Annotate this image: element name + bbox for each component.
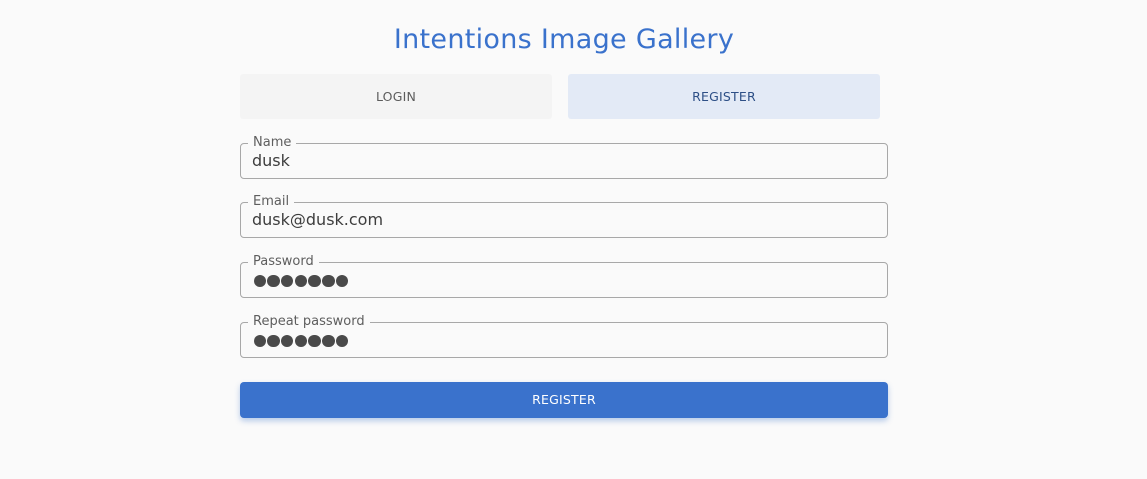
mask-dot (267, 334, 281, 348)
tab-register[interactable]: REGISTER (568, 74, 880, 119)
email-field[interactable]: Email (240, 194, 888, 238)
mask-dot (335, 274, 349, 288)
register-page: Intentions Image Gallery LOGIN REGISTER … (0, 0, 1147, 479)
mask-dot (280, 274, 294, 288)
repeat-password-field-label: Repeat password (248, 314, 370, 330)
mask-dot (280, 334, 294, 348)
mask-dot (335, 334, 349, 348)
mask-dot (294, 274, 308, 288)
mask-dot (267, 274, 281, 288)
register-button[interactable]: REGISTER (240, 382, 888, 418)
mask-dot (321, 334, 335, 348)
mask-dot (321, 274, 335, 288)
name-field[interactable]: Name (240, 135, 888, 179)
repeat-password-field[interactable]: Repeat password (240, 314, 888, 358)
name-field-label: Name (248, 135, 297, 151)
mask-dot (253, 274, 267, 288)
mask-dot (253, 334, 267, 348)
password-field[interactable]: Password (240, 254, 888, 298)
email-field-label: Email (248, 194, 295, 210)
name-input[interactable] (252, 151, 876, 171)
tab-login[interactable]: LOGIN (240, 74, 552, 119)
password-input[interactable] (253, 274, 349, 288)
page-title: Intentions Image Gallery (393, 24, 735, 55)
password-field-label: Password (248, 254, 319, 270)
mask-dot (308, 334, 322, 348)
mask-dot (294, 334, 308, 348)
repeat-password-input[interactable] (253, 334, 349, 348)
mask-dot (308, 274, 322, 288)
email-input[interactable] (252, 210, 876, 230)
